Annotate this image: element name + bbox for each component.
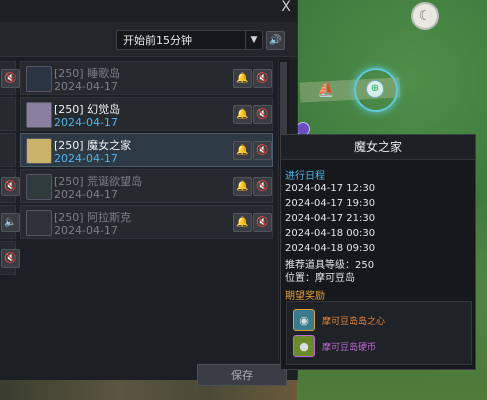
close-button[interactable]: X [276,0,296,16]
mute-speaker-icon[interactable]: 🔇 [253,213,272,232]
reward-item[interactable]: ● 摩可豆岛硬币 [293,335,376,357]
left-column-row: 🔈 [0,205,20,239]
island-thumbnail-icon [26,66,52,92]
island-name: [250] 阿拉斯克 [54,211,132,224]
save-button[interactable]: 保存 [197,364,287,386]
island-location: 位置：摩可豆岛 [285,273,355,284]
map-moon-icon[interactable]: ☾ [411,2,439,30]
left-column-row: 🔇 [0,241,20,275]
island-thumbnail-icon [26,210,52,236]
tooltip-title: 魔女之家 [281,135,475,160]
schedule-time: 2024-04-18 09:30 [285,243,376,254]
island-row[interactable]: [250] 阿拉斯克 2024-04-17 🔔 🔇 [20,205,273,239]
island-row[interactable]: [250] 幻觉岛 2024-04-17 🔔 🔇 [20,97,273,131]
island-name: [250] 魔女之家 [54,139,132,152]
island-schedule-panel: X 开始前15分钟 ▼ 🔊 🔇 🔇 🔈 🔇 [250] 睡歌岛 2024-04-… [0,0,298,386]
map-location-marker-icon[interactable]: ⊕ [366,80,384,98]
alarm-bell-icon[interactable]: 🔔 [233,105,252,124]
alarm-bell-icon[interactable]: 🔔 [233,177,252,196]
island-row[interactable]: [250] 睡歌岛 2024-04-17 🔔 🔇 [20,61,273,95]
notify-time-value: 开始前15分钟 [123,34,192,47]
speaker-icon[interactable]: 🔊 [266,31,285,50]
alarm-bell-icon[interactable]: 🔔 [233,141,252,160]
island-date: 2024-04-17 [54,152,118,165]
chevron-down-icon[interactable]: ▼ [245,31,262,49]
mute-speaker-icon[interactable]: 🔇 [1,69,20,88]
alarm-bell-icon[interactable]: 🔔 [233,69,252,88]
island-row-selected[interactable]: [250] 魔女之家 2024-04-17 🔔 🔇 [20,133,273,167]
reward-item[interactable]: ◉ 摩可豆岛岛之心 [293,309,385,331]
island-heart-icon: ◉ [293,309,315,331]
island-thumbnail-icon [26,102,52,128]
mute-speaker-icon[interactable]: 🔇 [253,69,272,88]
alarm-bell-icon[interactable]: 🔔 [233,213,252,232]
mute-speaker-icon[interactable]: 🔇 [253,177,272,196]
island-date: 2024-04-17 [54,80,118,93]
left-column-row [0,133,16,167]
island-name: [250] 荒诞欲望岛 [54,175,143,188]
left-column-row: 🔇 [0,169,20,203]
speaker-icon[interactable]: 🔈 [1,213,20,232]
island-thumbnail-icon [26,138,52,164]
left-column-row: 🔇 [0,61,20,95]
schedule-time: 2024-04-18 00:30 [285,228,376,239]
island-date: 2024-04-17 [54,188,118,201]
island-row[interactable]: [250] 荒诞欲望岛 2024-04-17 🔔 🔇 [20,169,273,203]
left-column-row [0,97,16,131]
reward-name: 摩可豆岛岛之心 [322,316,386,327]
schedule-time: 2024-04-17 12:30 [285,183,376,194]
rewards-list: ◉ 摩可豆岛岛之心 ● 摩可豆岛硬币 [286,301,472,365]
island-date: 2024-04-17 [54,224,118,237]
schedule-label: 进行日程 [285,171,325,182]
schedule-time: 2024-04-17 21:30 [285,213,376,224]
mute-speaker-icon[interactable]: 🔇 [253,141,272,160]
schedule-time: 2024-04-17 19:30 [285,198,376,209]
island-name: [250] 睡歌岛 [54,67,121,80]
reward-name: 摩可豆岛硬币 [322,342,377,353]
island-name: [250] 幻觉岛 [54,103,121,116]
coin-icon: ● [293,335,315,357]
island-date: 2024-04-17 [54,116,118,129]
island-thumbnail-icon [26,174,52,200]
mute-speaker-icon[interactable]: 🔇 [253,105,272,124]
rewards-label: 期望奖励 [285,291,325,302]
island-tooltip: 魔女之家 进行日程 2024-04-17 12:30 2024-04-17 19… [280,134,476,370]
map-ship-icon[interactable]: ⛵ [317,82,334,98]
mute-speaker-icon[interactable]: 🔇 [1,177,20,196]
notify-time-dropdown[interactable]: 开始前15分钟 ▼ [116,30,263,50]
mute-speaker-icon[interactable]: 🔇 [1,249,20,268]
